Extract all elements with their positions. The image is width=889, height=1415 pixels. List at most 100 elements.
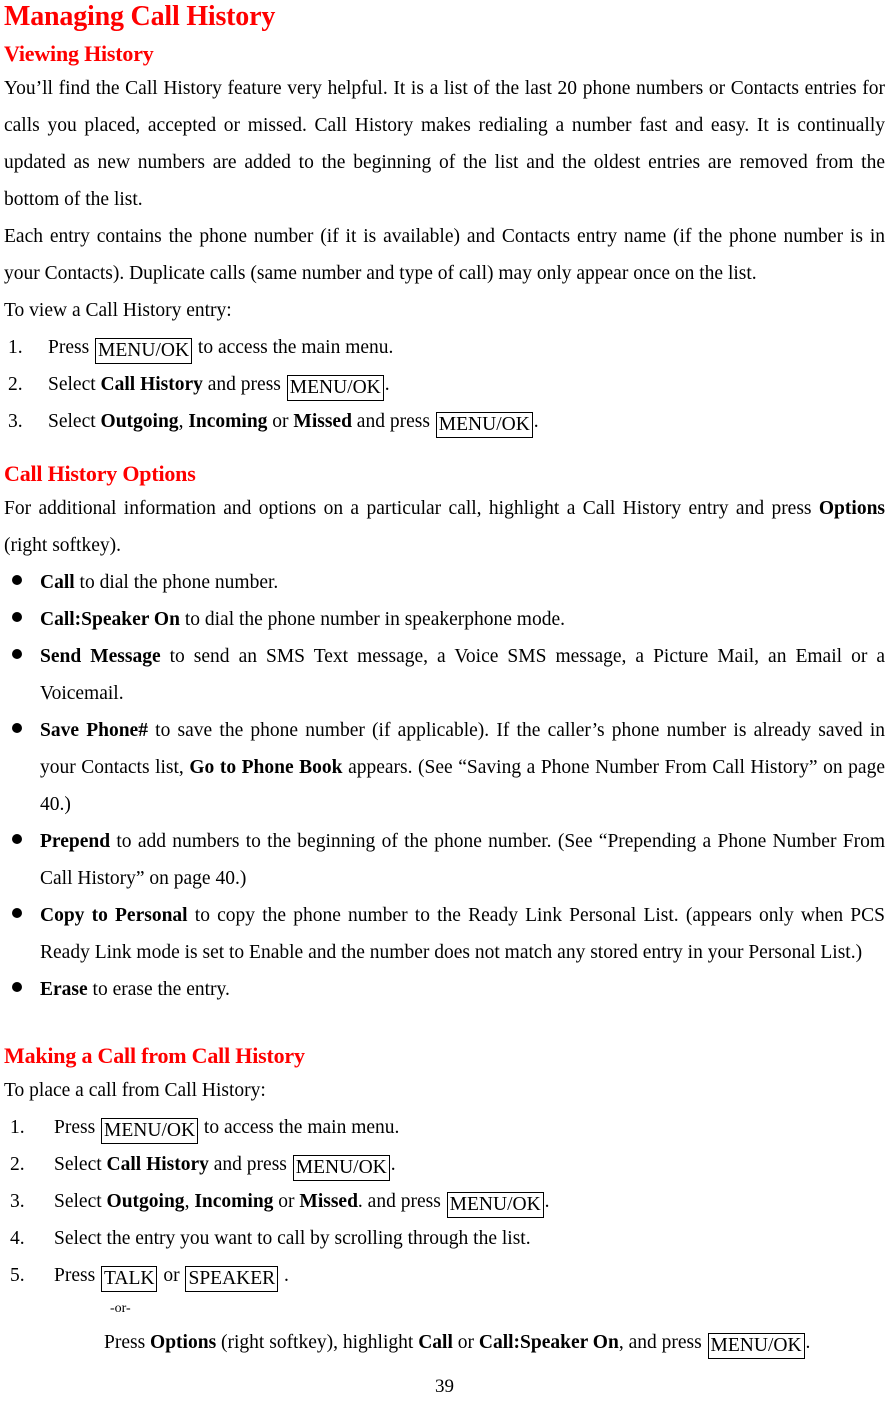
step-text-post: .	[533, 411, 539, 432]
list-item: Erase to erase the entry.	[4, 971, 885, 1008]
key-menu-ok[interactable]: MENU/OK	[446, 1192, 544, 1218]
alternative-instruction: Press Options (right softkey), highlight…	[54, 1324, 885, 1361]
option-label-send-message: Send Message	[40, 646, 161, 667]
option-label-copy-to-personal: Copy to Personal	[40, 905, 188, 926]
key-menu-ok[interactable]: MENU/OK	[95, 338, 193, 364]
step-text-mid: and press	[202, 374, 286, 395]
list-item: Copy to Personal to copy the phone numbe…	[4, 897, 885, 971]
list-item: Prepend to add numbers to the beginning …	[4, 823, 885, 897]
step-text-pre: Select	[48, 411, 101, 432]
section-heading-viewing-history: Viewing History	[4, 41, 154, 66]
step-text-pre: Press	[54, 1117, 101, 1138]
alt-text-post: .	[805, 1332, 811, 1353]
bullet-icon	[12, 897, 24, 934]
step-text-mid: . and press	[357, 1191, 446, 1212]
step-text-pre: Press	[54, 1265, 101, 1286]
step-number: 1.	[10, 1117, 25, 1138]
option-label-call: Call	[40, 572, 75, 593]
page-title: Managing Call History	[4, 1, 276, 32]
menu-label-outgoing: Outgoing	[106, 1191, 185, 1212]
list-item: 2. Select Call History and press MENU/OK…	[4, 366, 885, 403]
step-number: 2.	[10, 1154, 25, 1175]
list-item: Save Phone# to save the phone number (if…	[4, 712, 885, 823]
key-talk[interactable]: TALK	[101, 1266, 158, 1292]
alt-text-mid3: , and press	[618, 1332, 707, 1353]
menu-label-call-history: Call History	[100, 374, 203, 395]
steps-view-call-history: 1. Press MENU/OK to access the main menu…	[4, 329, 885, 440]
option-description: to dial the phone number in speakerphone…	[179, 609, 565, 630]
paragraph-options-intro: For additional information and options o…	[4, 490, 885, 564]
alt-text-pre: Press	[104, 1332, 151, 1353]
softkey-label-options: Options	[818, 498, 885, 519]
softkey-label-options: Options	[150, 1332, 217, 1353]
step-text-pre: Select	[54, 1191, 107, 1212]
section-heading-call-history-options: Call History Options	[4, 461, 196, 486]
menu-label-missed: Missed	[293, 411, 352, 432]
menu-label-call-history: Call History	[106, 1154, 209, 1175]
step-text-post: .	[390, 1154, 396, 1175]
option-description: to send an SMS Text message, a Voice SMS…	[40, 646, 885, 704]
step-text-pre: Press	[48, 337, 95, 358]
lead-in-view-entry: To view a Call History entry:	[4, 300, 232, 321]
step-number: 5.	[10, 1265, 25, 1286]
bullet-icon	[12, 564, 24, 601]
list-item: 5. Press TALK or SPEAKER . -or- Press Op…	[4, 1257, 885, 1361]
list-item: 3. Select Outgoing, Incoming or Missed. …	[4, 1183, 885, 1220]
step-text-pre: Select	[54, 1154, 107, 1175]
step-text-post: .	[544, 1191, 550, 1212]
option-label-erase: Erase	[40, 979, 88, 1000]
option-label-save-phone-number: Save Phone#	[40, 720, 148, 741]
step-text-sep2: or	[267, 411, 294, 432]
bullet-icon	[12, 712, 24, 749]
alt-text-mid2: or	[452, 1332, 479, 1353]
bullet-icon	[12, 638, 24, 675]
menu-label-incoming: Incoming	[188, 411, 268, 432]
option-label-call: Call	[418, 1332, 453, 1353]
option-description: to erase the entry.	[87, 979, 230, 1000]
options-bullet-list: Call to dial the phone number. Call:Spea…	[4, 564, 885, 1008]
menu-label-missed: Missed	[299, 1191, 358, 1212]
intro-text-post: (right softkey).	[4, 535, 121, 556]
list-item: 3. Select Outgoing, Incoming or Missed a…	[4, 403, 885, 440]
key-menu-ok[interactable]: MENU/OK	[707, 1333, 805, 1359]
option-label-call-speaker-on: Call:Speaker On	[478, 1332, 619, 1353]
list-item: 2. Select Call History and press MENU/OK…	[4, 1146, 885, 1183]
manual-page: Managing Call History Viewing History Yo…	[0, 0, 889, 1415]
intro-text-pre: For additional information and options o…	[4, 498, 819, 519]
list-item: Send Message to send an SMS Text message…	[4, 638, 885, 712]
step-text-sep1: ,	[184, 1191, 195, 1212]
key-menu-ok[interactable]: MENU/OK	[286, 375, 384, 401]
step-number: 4.	[10, 1228, 25, 1249]
page-number: 39	[435, 1376, 454, 1397]
steps-make-call-from-history: 1. Press MENU/OK to access the main menu…	[4, 1109, 885, 1361]
option-label-call-speaker-on: Call:Speaker On	[40, 609, 180, 630]
menu-label-incoming: Incoming	[194, 1191, 274, 1212]
list-item: Call to dial the phone number.	[4, 564, 885, 601]
option-description: to dial the phone number.	[74, 572, 279, 593]
key-speaker[interactable]: SPEAKER	[185, 1266, 279, 1292]
step-text-post: to access the main menu.	[193, 337, 394, 358]
step-text-mid: or	[158, 1265, 185, 1286]
menu-label-outgoing: Outgoing	[100, 411, 179, 432]
option-description: to add numbers to the beginning of the p…	[40, 831, 885, 889]
step-text-pre: Select the entry you want to call by scr…	[54, 1228, 531, 1249]
alt-text-mid1: (right softkey), highlight	[216, 1332, 419, 1353]
step-text-sep1: ,	[178, 411, 189, 432]
key-menu-ok[interactable]: MENU/OK	[435, 412, 533, 438]
step-number: 2.	[8, 374, 23, 395]
key-menu-ok[interactable]: MENU/OK	[101, 1118, 199, 1144]
step-text-post: .	[279, 1265, 289, 1286]
lead-in-place-call: To place a call from Call History:	[4, 1080, 266, 1101]
key-menu-ok[interactable]: MENU/OK	[292, 1155, 390, 1181]
page-content: Managing Call History Viewing History Yo…	[4, 0, 885, 1361]
alternative-separator: -or-	[110, 1301, 131, 1316]
list-item: 1. Press MENU/OK to access the main menu…	[4, 329, 885, 366]
list-item: 4. Select the entry you want to call by …	[4, 1220, 885, 1257]
section-heading-making-a-call: Making a Call from Call History	[4, 1043, 305, 1068]
bullet-icon	[12, 823, 24, 860]
step-number: 3.	[10, 1191, 25, 1212]
list-item: 1. Press MENU/OK to access the main menu…	[4, 1109, 885, 1146]
step-text-post: .	[384, 374, 390, 395]
